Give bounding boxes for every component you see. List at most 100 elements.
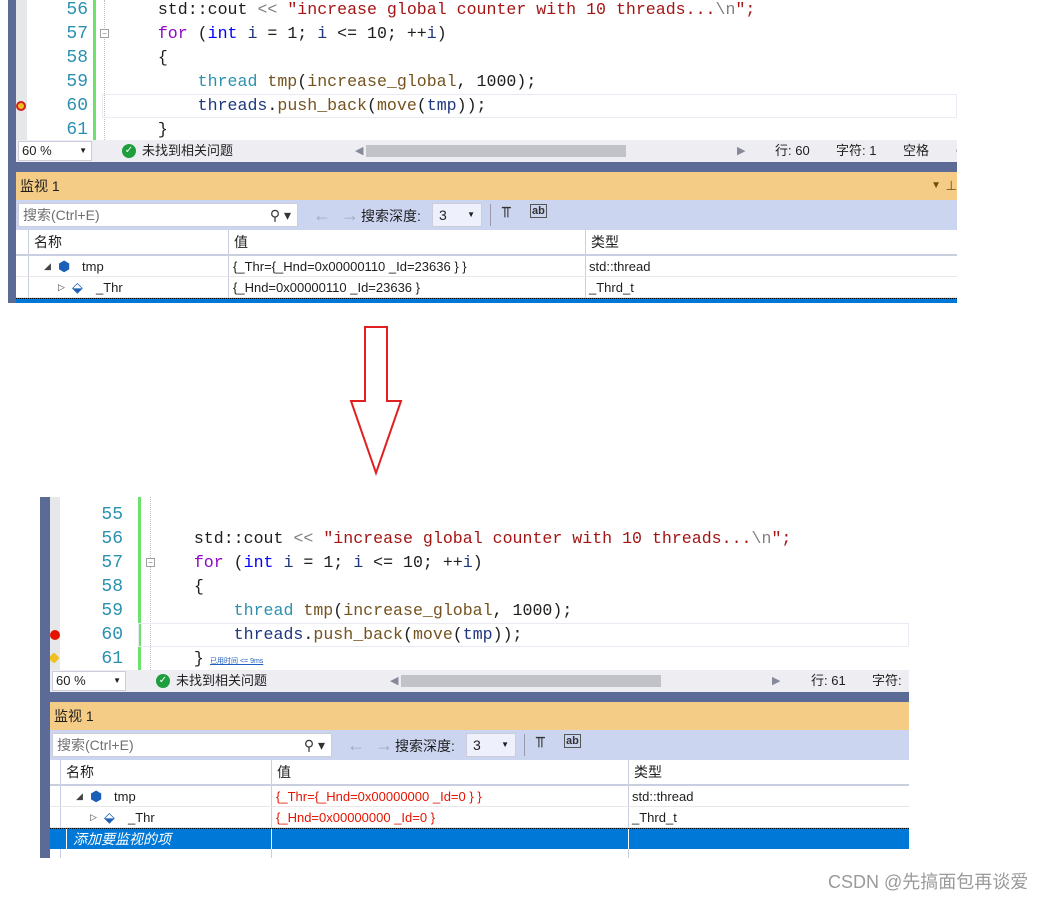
watch-row[interactable]: ▷ ⬙ _Thr {_Hnd=0x00000110 _Id=23636 } _Thrd_… xyxy=(16,277,957,298)
column-header-type[interactable]: 类型 xyxy=(591,230,619,254)
column-divider xyxy=(271,829,272,849)
search-icon[interactable]: ⚲ ▾ xyxy=(270,204,291,226)
add-watch-row[interactable] xyxy=(16,298,957,303)
issues-status[interactable]: 未找到相关问题 xyxy=(142,140,233,162)
scroll-right-icon[interactable]: ▶ xyxy=(772,670,780,692)
whitespace-indicator[interactable]: 空格 xyxy=(903,140,929,162)
indicator-margin[interactable] xyxy=(16,0,27,140)
hex-display-icon[interactable]: ab xyxy=(564,734,581,748)
code-editor[interactable]: 545556 std::cout << "increase global cou… xyxy=(50,497,909,670)
code-token: for xyxy=(157,24,188,43)
code-line[interactable]: } xyxy=(154,647,204,670)
member-variable-icon: ⬙ xyxy=(104,809,115,825)
horizontal-scrollbar-thumb[interactable] xyxy=(366,145,626,157)
perf-tip-link[interactable]: 已用时间 <= 9ms xyxy=(210,656,263,666)
row-type: std::thread xyxy=(632,789,694,804)
code-token: \n xyxy=(751,529,772,548)
search-forward-icon[interactable]: → xyxy=(341,205,359,226)
code-line[interactable]: thread tmp(increase_global, 1000); xyxy=(154,599,573,623)
column-header-value[interactable]: 值 xyxy=(277,760,291,784)
toolbar-separator xyxy=(524,734,525,756)
pin-icon[interactable]: ⊥ xyxy=(946,172,957,200)
search-back-icon[interactable]: ← xyxy=(347,735,365,756)
code-line[interactable]: for (int i = 1; i <= 10; ++i) xyxy=(154,551,483,575)
hex-display-icon[interactable]: ab xyxy=(530,204,547,218)
search-depth-dropdown[interactable]: 3 ▼ xyxy=(466,733,516,757)
code-line[interactable]: thread tmp(increase_global, 1000); xyxy=(118,70,537,94)
panel-splitter[interactable] xyxy=(50,692,909,702)
code-token: cout xyxy=(207,0,248,19)
watch-row[interactable]: ◢ ⬢ tmp {_Thr={_Hnd=0x00000110 _Id=23636 } … xyxy=(16,256,957,277)
code-line[interactable]: } xyxy=(118,118,168,140)
code-token: thread xyxy=(197,72,258,91)
column-header-type[interactable]: 类型 xyxy=(634,760,662,784)
char-indicator[interactable]: 字符: 1 xyxy=(836,140,876,162)
column-header-name[interactable]: 名称 xyxy=(34,230,62,254)
code-token: thread xyxy=(233,601,294,620)
add-watch-row[interactable]: 添加要监视的项 xyxy=(50,828,909,849)
code-token: threads xyxy=(197,96,268,115)
code-token: i xyxy=(426,24,437,43)
code-token: ( xyxy=(223,553,244,572)
watch-search-input[interactable]: 搜索(Ctrl+E) ⚲ ▾ xyxy=(52,733,332,757)
filter-pin-icon[interactable]: ⫪ xyxy=(502,204,510,221)
zoom-dropdown[interactable]: 60 % ▼ xyxy=(52,671,126,691)
watch-row[interactable]: ◢ ⬢ tmp {_Thr={_Hnd=0x00000000 _Id=0 } } std… xyxy=(50,786,909,807)
indicator-margin[interactable] xyxy=(50,497,60,670)
code-line[interactable]: for (int i = 1; i <= 10; ++i) xyxy=(118,22,447,46)
code-line[interactable]: std::cout << "increase global counter wi… xyxy=(154,527,792,551)
breakpoint-icon[interactable] xyxy=(16,101,26,111)
object-variable-icon: ⬢ xyxy=(58,258,71,274)
filter-pin-icon[interactable]: ⫪ xyxy=(536,734,544,751)
column-header-value[interactable]: 值 xyxy=(234,230,248,254)
scroll-left-icon[interactable]: ◀ xyxy=(390,670,398,692)
row-name: _Thr xyxy=(128,810,155,825)
search-icon[interactable]: ⚲ ▾ xyxy=(304,734,325,756)
horizontal-scrollbar-thumb[interactable] xyxy=(401,675,661,687)
expand-collapse-icon[interactable]: ◢ xyxy=(44,256,51,277)
line-ending-indicator[interactable]: C xyxy=(956,140,957,162)
search-back-icon[interactable]: ← xyxy=(313,205,331,226)
code-token: "increase global counter with 10 threads… xyxy=(287,0,716,19)
scroll-right-icon[interactable]: ▶ xyxy=(737,140,745,162)
row-value: {_Hnd=0x00000110 _Id=23636 } xyxy=(233,280,420,295)
search-forward-icon[interactable]: → xyxy=(375,735,393,756)
char-indicator[interactable]: 字符: 1 xyxy=(872,670,909,710)
depth-value: 3 xyxy=(439,207,447,223)
zoom-dropdown[interactable]: 60 % ▼ xyxy=(18,141,92,161)
watch-search-input[interactable]: 搜索(Ctrl+E) ⚲ ▾ xyxy=(18,203,298,227)
expand-collapse-icon[interactable]: ◢ xyxy=(76,786,83,807)
collapse-toggle-icon[interactable]: − xyxy=(100,29,109,38)
line-indicator[interactable]: 行: 61 xyxy=(811,670,846,692)
row-name: tmp xyxy=(114,789,136,804)
watch-grid: 名称 值 类型 ◢ ⬢ tmp {_Thr={_Hnd=0x00000000 _Id=0 }… xyxy=(50,760,909,858)
expand-expand-icon[interactable]: ▷ xyxy=(58,277,65,298)
code-token: push_back xyxy=(313,625,403,644)
code-line[interactable]: { xyxy=(154,575,204,599)
code-line[interactable]: std::cout << "increase global counter wi… xyxy=(118,0,756,22)
line-number: 61 xyxy=(66,120,88,140)
watch-row[interactable]: ▷ ⬙ _Thr {_Hnd=0x00000000 _Id=0 } _Thrd_t xyxy=(50,807,909,828)
code-editor[interactable]: 56 std::cout << "increase global counter… xyxy=(16,0,957,140)
row-type: _Thrd_t xyxy=(632,810,677,825)
issues-status[interactable]: 未找到相关问题 xyxy=(176,670,267,692)
grid-header: 名称 值 类型 xyxy=(16,230,957,256)
check-circle-icon: ✓ xyxy=(156,674,170,688)
scroll-left-icon[interactable]: ◀ xyxy=(355,140,363,162)
collapse-toggle-icon[interactable]: − xyxy=(146,558,155,567)
code-token: int xyxy=(243,553,274,572)
breakpoint-icon[interactable] xyxy=(50,630,60,640)
add-watch-placeholder[interactable]: 添加要监视的项 xyxy=(66,829,171,849)
code-line[interactable]: threads.push_back(move(tmp)); xyxy=(154,623,523,647)
window-menu-chevron-icon[interactable]: ▼ xyxy=(931,172,941,200)
code-line[interactable]: { xyxy=(118,46,168,70)
line-indicator[interactable]: 行: 60 xyxy=(775,140,810,162)
expand-expand-icon[interactable]: ▷ xyxy=(90,807,97,828)
column-header-name[interactable]: 名称 xyxy=(66,760,94,784)
zoom-value: 60 % xyxy=(22,143,52,158)
chevron-down-icon: ▼ xyxy=(501,740,509,749)
panel-splitter[interactable] xyxy=(16,162,957,172)
code-line[interactable]: threads.push_back(move(tmp)); xyxy=(118,94,487,118)
row-value: {_Hnd=0x00000000 _Id=0 } xyxy=(276,810,436,825)
search-depth-dropdown[interactable]: 3 ▼ xyxy=(432,203,482,227)
